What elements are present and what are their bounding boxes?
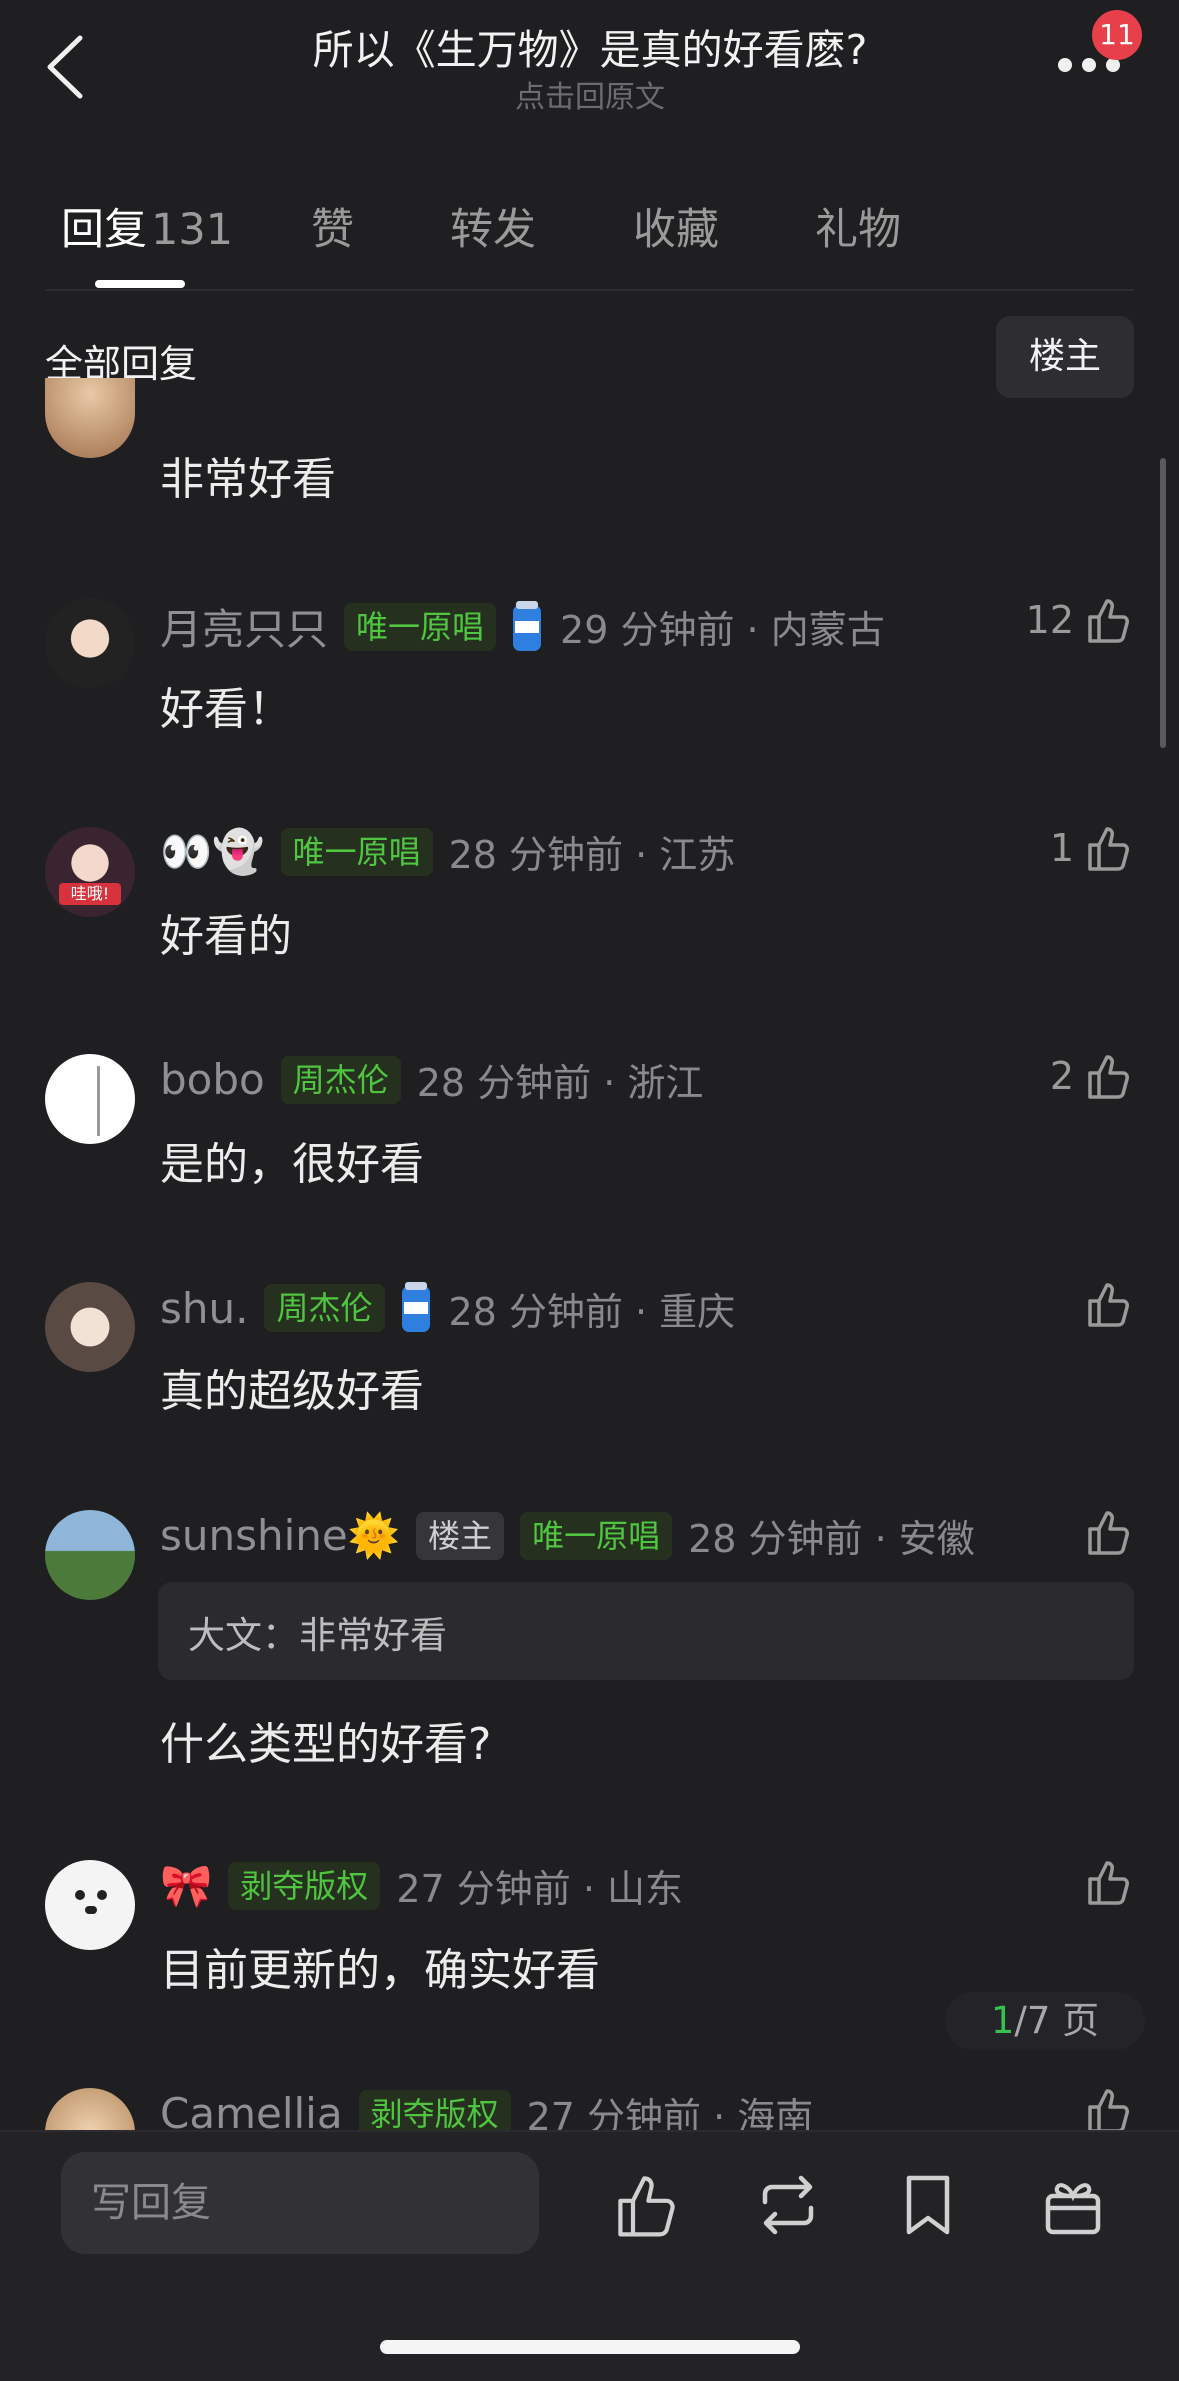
avatar[interactable] xyxy=(45,1510,135,1600)
comment-text[interactable]: 目前更新的，确实好看 xyxy=(160,1934,600,1998)
tab-replies[interactable]: 回复131 xyxy=(61,195,233,257)
comment-meta: 月亮只只 唯一原唱 29 分钟前 · 内蒙古 xyxy=(160,596,885,657)
soda-can-icon xyxy=(399,1280,433,1336)
username[interactable]: sunshine🌞 xyxy=(160,1511,400,1561)
tab-gifts[interactable]: 礼物 xyxy=(815,195,901,257)
tab-reposts[interactable]: 转发 xyxy=(450,195,536,257)
like-count: 2 xyxy=(1049,1054,1074,1098)
home-indicator[interactable] xyxy=(380,2340,800,2354)
bookmark-icon xyxy=(906,2175,950,2235)
like-button[interactable] xyxy=(1074,1507,1134,1557)
username[interactable]: shu. xyxy=(160,1284,248,1333)
fan-tag: 周杰伦 xyxy=(264,1284,385,1332)
repost-button[interactable] xyxy=(753,2170,823,2240)
total-pages: /7 页 xyxy=(1014,1999,1100,2042)
thumbs-up-icon xyxy=(1088,599,1129,643)
thumbs-up-icon xyxy=(618,2176,675,2237)
avatar-caption: 哇哦! xyxy=(59,883,121,905)
thumbs-up-icon xyxy=(1088,2089,1129,2133)
avatar[interactable] xyxy=(45,1282,135,1372)
comment-meta: bobo 周杰伦 28 分钟前 · 浙江 xyxy=(160,1052,703,1107)
avatar[interactable] xyxy=(45,1054,135,1144)
like-post-button[interactable] xyxy=(612,2170,682,2240)
reply-input[interactable]: 写回复 xyxy=(61,2152,539,2254)
like-count: 1 xyxy=(1049,826,1074,870)
back-to-original-link[interactable]: 点击回原文 xyxy=(180,72,1000,116)
tab-favorites[interactable]: 收藏 xyxy=(633,195,719,257)
thumbs-up-icon xyxy=(1088,1055,1129,1099)
bookmark-button[interactable] xyxy=(893,2170,963,2240)
comment-text[interactable]: 什么类型的好看? xyxy=(160,1708,491,1772)
gift-button[interactable] xyxy=(1038,2170,1108,2240)
comment-text[interactable]: 是的，很好看 xyxy=(160,1128,424,1192)
fan-tag: 唯一原唱 xyxy=(344,602,497,651)
soda-can-icon xyxy=(510,599,544,655)
comment-text[interactable]: 好看的 xyxy=(160,900,292,964)
tab-likes[interactable]: 赞 xyxy=(311,195,354,257)
owner-tag: 楼主 xyxy=(416,1511,505,1560)
fan-tag: 唯一原唱 xyxy=(280,827,433,876)
thumbs-up-icon xyxy=(1088,827,1129,871)
thumbs-up-icon xyxy=(1088,1283,1129,1327)
repost-icon xyxy=(762,2175,814,2235)
quoted-reply-text: 大文：非常好看 xyxy=(188,1614,447,1657)
owner-filter-button[interactable]: 楼主 xyxy=(996,316,1134,398)
tab-label: 回复 xyxy=(61,205,147,255)
divider xyxy=(45,289,1134,291)
comment-meta: 👀👻 唯一原唱 28 分钟前 · 江苏 xyxy=(160,824,735,879)
like-button[interactable]: 2 xyxy=(1050,1051,1134,1101)
back-button[interactable] xyxy=(44,34,88,100)
notification-badge: 11 xyxy=(1092,10,1142,60)
like-button[interactable] xyxy=(1074,2085,1134,2135)
timestamp: 28 分钟前 · 安徽 xyxy=(688,1517,975,1561)
timestamp: 29 分钟前 · 内蒙古 xyxy=(560,608,885,652)
avatar[interactable] xyxy=(45,598,135,688)
comment-meta: shu. 周杰伦 28 分钟前 · 重庆 xyxy=(160,1280,735,1336)
scrollbar[interactable] xyxy=(1160,458,1166,748)
avatar[interactable] xyxy=(45,1860,135,1950)
like-count: 12 xyxy=(1025,598,1074,642)
comment-meta: sunshine🌞 楼主 唯一原唱 28 分钟前 · 安徽 xyxy=(160,1508,975,1563)
page-indicator[interactable]: 1/7 页 xyxy=(945,1992,1145,2050)
username[interactable]: 👀👻 xyxy=(160,827,265,877)
active-tab-indicator xyxy=(95,280,185,288)
thumbs-up-icon xyxy=(1088,1511,1129,1555)
like-button[interactable]: 1 xyxy=(1050,823,1134,873)
username[interactable]: bobo xyxy=(160,1055,265,1104)
comment-text[interactable]: 非常好看 xyxy=(160,443,336,507)
tab-count: 131 xyxy=(151,205,234,255)
timestamp: 28 分钟前 · 江苏 xyxy=(448,833,736,877)
comment-text[interactable]: 好看！ xyxy=(160,673,292,737)
page-title[interactable]: 所以《生万物》是真的好看麽? xyxy=(180,16,1000,76)
username[interactable]: 月亮只只 xyxy=(160,596,328,657)
fan-tag: 剥夺版权 xyxy=(228,1861,381,1910)
like-button[interactable]: 12 xyxy=(1026,595,1134,645)
avatar[interactable]: 哇哦! xyxy=(45,827,135,917)
chevron-left-icon xyxy=(47,35,83,99)
timestamp: 27 分钟前 · 山东 xyxy=(396,1867,683,1911)
timestamp: 28 分钟前 · 重庆 xyxy=(448,1289,736,1334)
timestamp: 28 分钟前 · 浙江 xyxy=(416,1061,704,1105)
like-button[interactable] xyxy=(1074,1857,1134,1907)
comment-meta: 🎀 剥夺版权 27 分钟前 · 山东 xyxy=(160,1858,683,1913)
comment-text[interactable]: 真的超级好看 xyxy=(160,1355,424,1419)
gift-icon xyxy=(1045,2183,1101,2235)
fan-tag: 周杰伦 xyxy=(280,1055,401,1104)
avatar[interactable] xyxy=(45,378,135,458)
fan-tag: 唯一原唱 xyxy=(520,1511,673,1560)
current-page: 1 xyxy=(990,1999,1015,2042)
thumbs-up-icon xyxy=(1088,1861,1129,1905)
like-button[interactable] xyxy=(1074,1279,1134,1329)
username[interactable]: 🎀 xyxy=(160,1861,212,1911)
